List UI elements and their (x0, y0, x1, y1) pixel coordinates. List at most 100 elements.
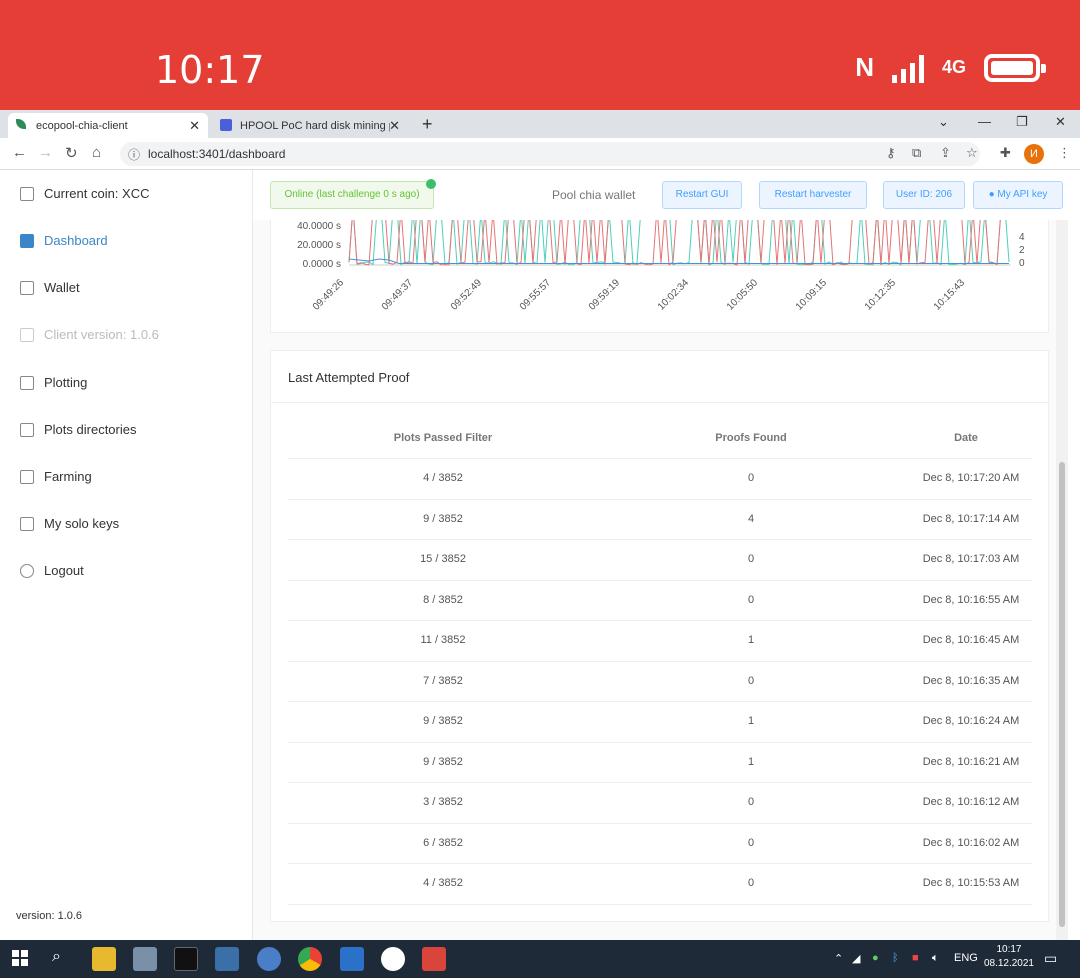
date-cell: Dec 8, 10:16:12 AM (922, 796, 1020, 808)
avatar[interactable]: И (1024, 144, 1044, 164)
forward-icon[interactable]: → (38, 144, 53, 161)
tab-hpool[interactable]: HPOOL PoC hard disk mining po ✕ (212, 113, 408, 138)
tray-app-icon[interactable]: ● (872, 952, 879, 964)
translate-icon[interactable]: ⧉ (912, 145, 921, 161)
proof-time-chart: 40.0000 s 20.0000 s 0.0000 s 4 2 0 09:49:26 09:… (297, 205, 1025, 313)
reload-icon[interactable]: ↻ (65, 144, 78, 162)
notifications-icon[interactable]: ▭ (1044, 950, 1057, 967)
nfc-icon: N (855, 52, 874, 82)
minimize-button[interactable]: — (978, 114, 991, 129)
sidebar-item-label: Farming (44, 469, 92, 484)
tray-chevron-icon[interactable]: ⌃ (834, 952, 843, 965)
y-right-tick-label: 0 (1019, 258, 1025, 269)
share-icon[interactable]: ⇪ (940, 145, 951, 161)
card-title: Last Attempted Proof (288, 370, 410, 385)
plotting-icon (20, 375, 34, 390)
ecopool-icon[interactable] (381, 947, 405, 971)
column-header-plots: Plots Passed Filter (393, 432, 493, 444)
bluetooth-icon[interactable]: ᛒ (892, 952, 899, 964)
divider (271, 402, 1048, 403)
phone-status-icons: N 4G (855, 52, 1046, 83)
table-row: 9 / 3852 4 Dec 8, 10:17:14 AM (288, 498, 1032, 539)
extensions-icon[interactable]: ✚ (1000, 145, 1011, 161)
sidebar-item-plotting[interactable]: Plotting (20, 375, 87, 390)
sidebar-item-farming[interactable]: Farming (20, 469, 92, 484)
api-key-label: My API key (997, 189, 1048, 200)
y-left-tick-label: 40.0000 s (297, 221, 341, 232)
sidebar-item-wallet[interactable]: Wallet (20, 280, 80, 295)
window-app-icon[interactable] (215, 947, 239, 971)
lock-icon (20, 516, 34, 531)
terminal-icon[interactable] (174, 947, 198, 971)
date-cell: Dec 8, 10:16:24 AM (922, 715, 1020, 727)
windows-start-icon[interactable] (12, 950, 28, 966)
proofs-found-cell: 1 (747, 634, 755, 646)
url-input[interactable]: ⓘ localhost:3401/dashboard (120, 142, 980, 166)
scrollbar-thumb[interactable] (1059, 462, 1065, 927)
phone-time: 10:17 (155, 48, 265, 92)
network-type: 4G (941, 57, 966, 77)
tray-app-icon[interactable]: ■ (912, 952, 919, 964)
chrome-icon[interactable] (298, 947, 322, 971)
proofs-found-cell: 0 (747, 472, 755, 484)
app-icon[interactable] (340, 947, 364, 971)
sidebar: Current coin: XCC Dashboard Wallet Clien… (0, 170, 253, 940)
api-key-button[interactable]: ● My API key (973, 181, 1063, 209)
farming-icon (20, 469, 34, 484)
search-icon[interactable]: ⌕ (52, 948, 61, 966)
table-row: 15 / 3852 0 Dec 8, 10:17:03 AM (288, 539, 1032, 579)
x-tick-label: 09:55:57 (518, 277, 554, 313)
menu-icon[interactable]: ⋮ (1058, 145, 1071, 161)
tab-search-icon[interactable]: ⌄ (938, 114, 949, 130)
star-icon[interactable]: ☆ (966, 145, 978, 161)
close-window-button[interactable]: ✕ (1055, 114, 1066, 130)
browser-tab-bar: ecopool-chia-client ✕ HPOOL PoC hard dis… (0, 110, 1080, 138)
home-icon[interactable]: ⌂ (92, 144, 101, 161)
tab-ecopool[interactable]: ecopool-chia-client ✕ (8, 113, 208, 138)
file-explorer-icon[interactable] (92, 947, 116, 971)
table-row: 11 / 3852 1 Dec 8, 10:16:45 AM (288, 620, 1032, 660)
table-row: 6 / 3852 0 Dec 8, 10:16:02 AM (288, 822, 1032, 863)
scrollbar[interactable] (1056, 220, 1068, 940)
windows-taskbar: ⌕ ⌃ ◢ ● ᛒ ■ 🔈︎ ENG 10:17 08.12.2021 ▭ (0, 940, 1080, 978)
restart-gui-button[interactable]: Restart GUI (662, 181, 742, 209)
table-row: 8 / 3852 0 Dec 8, 10:16:55 AM (288, 579, 1032, 620)
sidebar-item-solo-keys[interactable]: My solo keys (20, 516, 119, 531)
sidebar-item-label: Wallet (44, 280, 80, 295)
proofs-found-cell: 0 (747, 877, 755, 889)
last-attempted-proof-card: Last Attempted Proof Plots Passed Filter… (270, 350, 1049, 922)
date-cell: Dec 8, 10:16:35 AM (922, 674, 1020, 687)
plots-passed-cell: 11 / 3852 (420, 634, 466, 646)
volume-icon[interactable]: 🔈︎ (932, 952, 939, 965)
restart-harvester-button[interactable]: Restart harvester (759, 181, 867, 209)
info-icon[interactable]: ⓘ (128, 146, 140, 163)
battery-icon (984, 53, 1046, 82)
sidebar-item-logout[interactable]: Logout (20, 563, 84, 578)
hpool-app-icon[interactable] (422, 947, 446, 971)
phone-status-bar: 10:17 N 4G (0, 0, 1080, 110)
x-tick-label: 10:09:15 (794, 277, 830, 313)
y-left-tick-label: 20.0000 s (297, 240, 341, 251)
new-tab-button[interactable]: + (422, 114, 433, 135)
key-icon[interactable]: ⚷ (886, 145, 896, 161)
restore-button[interactable]: ❐ (1016, 114, 1028, 130)
app-icon[interactable] (133, 947, 157, 971)
close-icon[interactable]: ✕ (389, 118, 400, 134)
main-content: 40.0000 s 20.0000 s 0.0000 s 4 2 0 09:49:26 09:… (253, 170, 1068, 940)
sidebar-item-dashboard[interactable]: Dashboard (20, 233, 108, 248)
signal-icon (891, 53, 924, 83)
user-id-button[interactable]: User ID: 206 (883, 181, 965, 209)
language-indicator[interactable]: ENG (954, 952, 978, 964)
back-icon[interactable]: ← (12, 144, 27, 161)
sidebar-item-plots-directories[interactable]: Plots directories (20, 422, 136, 437)
taskbar-clock[interactable]: 10:17 08.12.2021 (984, 943, 1034, 971)
address-bar: ← → ↻ ⌂ ⓘ localhost:3401/dashboard ⚷ ⧉ ⇪… (0, 138, 1080, 170)
app-icon[interactable] (257, 947, 281, 971)
network-tray-icon[interactable]: ◢ (852, 952, 860, 965)
date-cell: Dec 8, 10:16:55 AM (922, 593, 1020, 606)
x-tick-label: 10:12:35 (863, 277, 899, 313)
close-icon[interactable]: ✕ (189, 118, 200, 134)
mouse-cursor (540, 542, 552, 556)
url-text: localhost:3401/dashboard (148, 147, 286, 161)
sidebar-item-current-coin[interactable]: Current coin: XCC (20, 186, 149, 201)
